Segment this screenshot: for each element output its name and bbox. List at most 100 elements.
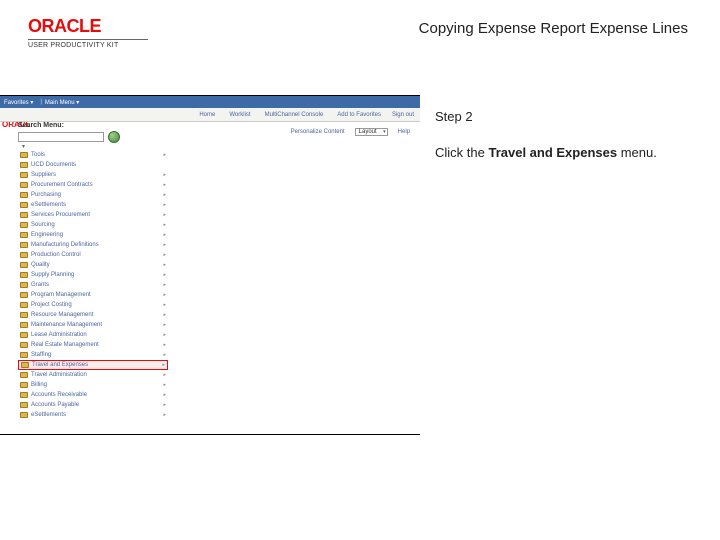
- collapse-icon[interactable]: ▾: [22, 143, 138, 150]
- nav-item-label: eSettlements: [31, 412, 66, 418]
- folder-icon: [20, 192, 28, 198]
- nav-item-label: Maintenance Management: [31, 322, 102, 328]
- nav-item[interactable]: Maintenance Management ▸: [18, 320, 168, 330]
- tab-home[interactable]: Home: [196, 111, 218, 119]
- personalize-link[interactable]: Personalize Content: [291, 129, 345, 135]
- chevron-right-icon: ▸: [159, 252, 166, 258]
- chevron-right-icon: ▸: [159, 232, 166, 238]
- nav-item-label: Production Control: [31, 252, 81, 258]
- nav-item[interactable]: eSettlements ▸: [18, 410, 168, 420]
- folder-icon: [20, 282, 28, 288]
- nav-item-label: Supply Planning: [31, 272, 74, 278]
- brand-name: ORACLE: [28, 16, 148, 37]
- chevron-right-icon: ▸: [159, 172, 166, 178]
- tab-add-favorites[interactable]: Add to Favorites: [334, 111, 384, 119]
- chevron-right-icon: ▸: [159, 272, 166, 278]
- chevron-right-icon: ▸: [159, 182, 166, 188]
- nav-item[interactable]: Staffing▸: [18, 350, 168, 360]
- nav-item-label: Accounts Receivable: [31, 392, 87, 398]
- chevron-right-icon: ▸: [159, 152, 166, 158]
- chevron-right-icon: ▸: [159, 352, 166, 358]
- step-label: Step 2: [435, 108, 695, 126]
- instr-bold: Travel and Expenses: [488, 145, 617, 160]
- nav-item-label: Quality: [31, 262, 50, 268]
- chevron-right-icon: ▸: [159, 412, 166, 418]
- layout-dropdown[interactable]: Layout: [355, 128, 388, 136]
- nav-item-label: Billing: [31, 382, 47, 388]
- nav-item[interactable]: Real Estate Management▸: [18, 340, 168, 350]
- nav-item-label: Accounts Payable: [31, 402, 79, 408]
- chevron-right-icon: ▸: [159, 312, 166, 318]
- main-menu[interactable]: Main Menu ▾: [45, 99, 79, 106]
- nav-item[interactable]: Manufacturing Definitions▸: [18, 240, 168, 250]
- folder-icon: [20, 402, 28, 408]
- nav-item-label: Grants: [31, 282, 49, 288]
- nav-item[interactable]: Project Costing▸: [18, 300, 168, 310]
- nav-item-label: Tools: [31, 152, 45, 158]
- nav-item-label: Resource Management: [31, 312, 93, 318]
- search-input[interactable]: [18, 132, 104, 142]
- tab-mcf[interactable]: MultiChannel Console: [262, 111, 327, 119]
- nav-item[interactable]: Resource Management ▸: [18, 310, 168, 320]
- chevron-right-icon: ▸: [159, 282, 166, 288]
- folder-icon: [20, 352, 28, 358]
- nav-item-label: Program Management: [31, 292, 91, 298]
- chevron-right-icon: ▸: [159, 192, 166, 198]
- chevron-right-icon: ▸: [159, 292, 166, 298]
- brand-sub: USER PRODUCTIVITY KIT: [28, 39, 148, 49]
- nav-item[interactable]: UCD Documents: [18, 160, 168, 170]
- nav-item[interactable]: Production Control ▸: [18, 250, 168, 260]
- nav-item[interactable]: Engineering ▸: [18, 230, 168, 240]
- nav-item[interactable]: Accounts Receivable▸: [18, 390, 168, 400]
- chevron-right-icon: ▸: [158, 362, 165, 368]
- nav-item[interactable]: Procurement Contracts ▸: [18, 180, 168, 190]
- folder-icon: [20, 312, 28, 318]
- nav-item[interactable]: Sourcing▸: [18, 220, 168, 230]
- nav-item[interactable]: Billing▸: [18, 380, 168, 390]
- nav-menu: Tools▸UCD DocumentsSuppliers▸Procurement…: [18, 150, 168, 420]
- nav-item[interactable]: Program Management ▸: [18, 290, 168, 300]
- folder-icon: [20, 292, 28, 298]
- nav-item-travel-and-expenses[interactable]: Travel and Expenses ▸: [18, 360, 168, 370]
- content-area: Home Worklist MultiChannel Console Add t…: [0, 108, 420, 122]
- chevron-right-icon: ▸: [159, 212, 166, 218]
- nav-item[interactable]: Lease Administration▸: [18, 330, 168, 340]
- nav-item-label: Real Estate Management: [31, 342, 99, 348]
- nav-item-label: UCD Documents: [31, 162, 76, 168]
- signout-link[interactable]: Sign out: [392, 112, 414, 118]
- nav-item[interactable]: eSettlements▸: [18, 200, 168, 210]
- app-logo: ORACLE USER PRODUCTIVITY KIT: [28, 16, 148, 49]
- nav-item[interactable]: Suppliers▸: [18, 170, 168, 180]
- folder-icon: [20, 262, 28, 268]
- nav-item[interactable]: Quality▸: [18, 260, 168, 270]
- folder-icon: [20, 302, 28, 308]
- instruction-body: Click the Travel and Expenses menu.: [435, 144, 695, 162]
- nav-item[interactable]: Travel Administration▸: [18, 370, 168, 380]
- nav-item[interactable]: Purchasing▸: [18, 190, 168, 200]
- chevron-right-icon: ▸: [159, 322, 166, 328]
- chevron-right-icon: ▸: [159, 372, 166, 378]
- folder-icon: [20, 392, 28, 398]
- nav-item[interactable]: Supply Planning ▸: [18, 270, 168, 280]
- folder-icon: [20, 332, 28, 338]
- chevron-right-icon: ▸: [159, 202, 166, 208]
- nav-item-label: Procurement Contracts: [31, 182, 93, 188]
- folder-icon: [20, 152, 28, 158]
- help-link[interactable]: Help: [398, 129, 410, 135]
- tab-worklist[interactable]: Worklist: [226, 111, 253, 119]
- nav-item[interactable]: Services Procurement▸: [18, 210, 168, 220]
- chevron-right-icon: ▸: [159, 222, 166, 228]
- nav-item[interactable]: Grants ▸: [18, 280, 168, 290]
- search-go-icon[interactable]: [108, 131, 120, 143]
- nav-item[interactable]: Tools ▸: [18, 150, 168, 160]
- chevron-right-icon: ▸: [159, 242, 166, 248]
- folder-icon: [20, 342, 28, 348]
- nav-item-label: Travel and Expenses: [32, 362, 88, 368]
- folder-icon: [20, 372, 28, 378]
- menu-search: Search Menu: ▾: [18, 122, 138, 150]
- folder-icon: [20, 382, 28, 388]
- instr-suffix: menu.: [617, 145, 657, 160]
- favorites-menu[interactable]: Favorites ▾: [4, 99, 33, 106]
- nav-item-label: Engineering: [31, 232, 63, 238]
- nav-item[interactable]: Accounts Payable▸: [18, 400, 168, 410]
